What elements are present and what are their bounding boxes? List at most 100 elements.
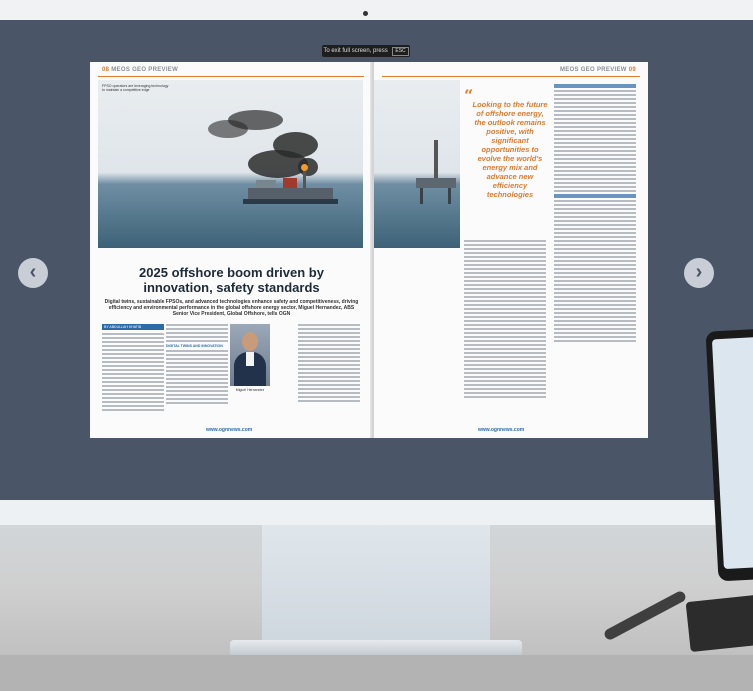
text-line — [464, 276, 546, 278]
text-line — [166, 362, 228, 364]
text-line — [464, 344, 546, 346]
portrait-photo — [230, 324, 270, 386]
text-line — [554, 142, 636, 144]
magazine-page-left[interactable]: 08 MEOS GEO PREVIEW FPSO operators are l… — [90, 62, 372, 438]
text-line — [554, 94, 636, 96]
text-line — [554, 170, 636, 172]
text-line — [464, 304, 546, 306]
text-line — [166, 324, 228, 326]
text-line — [554, 232, 636, 234]
photo-continuation — [374, 80, 460, 248]
text-line — [298, 324, 360, 326]
tablet-screen — [711, 336, 753, 570]
monitor-stand — [262, 525, 490, 645]
text-line — [464, 272, 546, 274]
text-line — [298, 364, 360, 366]
text-line — [166, 398, 228, 400]
text-line — [298, 376, 360, 378]
camera-icon — [363, 11, 368, 16]
text-line — [102, 333, 164, 335]
text-line — [102, 373, 164, 375]
page-footer-url[interactable]: www.ognnews.com — [206, 427, 252, 433]
text-line — [554, 98, 636, 100]
header-rule — [382, 76, 640, 77]
text-line — [554, 340, 636, 342]
text-line — [102, 361, 164, 363]
text-line — [298, 352, 360, 354]
text-line — [554, 138, 636, 140]
pull-quote: Looking to the future of offshore energy… — [472, 100, 548, 199]
text-line — [464, 244, 546, 246]
text-line — [464, 332, 546, 334]
text-line — [166, 394, 228, 396]
text-column: BY ABDULLAH KHATIB — [102, 324, 164, 420]
text-line — [298, 328, 360, 330]
text-line — [554, 186, 636, 188]
text-column — [464, 240, 546, 420]
text-line — [554, 220, 636, 222]
next-page-button[interactable]: › — [684, 258, 714, 288]
text-line — [554, 328, 636, 330]
text-line — [464, 264, 546, 266]
text-line — [554, 90, 636, 92]
text-line — [464, 268, 546, 270]
text-line — [166, 340, 228, 342]
text-line — [554, 134, 636, 136]
text-line — [464, 288, 546, 290]
text-line — [554, 324, 636, 326]
text-column — [298, 324, 360, 420]
text-line — [102, 349, 164, 351]
text-line — [464, 364, 546, 366]
text-column — [554, 82, 636, 422]
text-line — [554, 114, 636, 116]
text-line — [464, 352, 546, 354]
text-line — [554, 268, 636, 270]
text-line — [554, 146, 636, 148]
text-line — [464, 388, 546, 390]
portrait-caption: Miguel Hernandez — [235, 388, 265, 392]
section-title-left: MEOS GEO PREVIEW — [111, 67, 179, 73]
text-line — [464, 296, 546, 298]
text-line — [298, 360, 360, 362]
page-footer-url[interactable]: www.ognnews.com — [478, 427, 524, 433]
smoke-plume — [273, 132, 318, 158]
text-line — [554, 256, 636, 258]
rig-leg — [420, 188, 423, 204]
offshore-platform-photo: FPSO operators are leveraging technology… — [98, 80, 363, 248]
portrait-head — [242, 332, 258, 351]
text-line — [554, 252, 636, 254]
page-number-left: 08 — [102, 67, 110, 73]
text-line — [554, 178, 636, 180]
rig-derrick — [434, 140, 438, 180]
stylus-pen — [602, 589, 688, 642]
magazine-page-right[interactable]: MEOS GEO PREVIEW 09 “ Looking to the fut… — [374, 62, 648, 438]
text-line — [464, 252, 546, 254]
text-line — [464, 260, 546, 262]
text-line — [464, 360, 546, 362]
text-line — [554, 280, 636, 282]
text-line — [464, 368, 546, 370]
text-line — [102, 385, 164, 387]
text-line — [554, 248, 636, 250]
previous-page-button[interactable]: ‹ — [18, 258, 48, 288]
text-line — [298, 368, 360, 370]
smoke-plume — [228, 110, 283, 130]
text-line — [464, 324, 546, 326]
text-line — [102, 365, 164, 367]
text-line — [554, 190, 636, 192]
text-line — [464, 320, 546, 322]
text-line — [102, 357, 164, 359]
text-line — [554, 264, 636, 266]
text-line — [102, 337, 164, 339]
text-line — [554, 300, 636, 302]
text-line — [554, 284, 636, 286]
fullscreen-hint-text: To exit full screen, press — [323, 48, 388, 54]
text-line — [554, 224, 636, 226]
text-line — [554, 312, 636, 314]
text-line — [464, 380, 546, 382]
text-line — [298, 396, 360, 398]
text-line — [102, 397, 164, 399]
header-rule — [98, 76, 364, 77]
text-line — [166, 402, 228, 404]
text-line — [298, 340, 360, 342]
